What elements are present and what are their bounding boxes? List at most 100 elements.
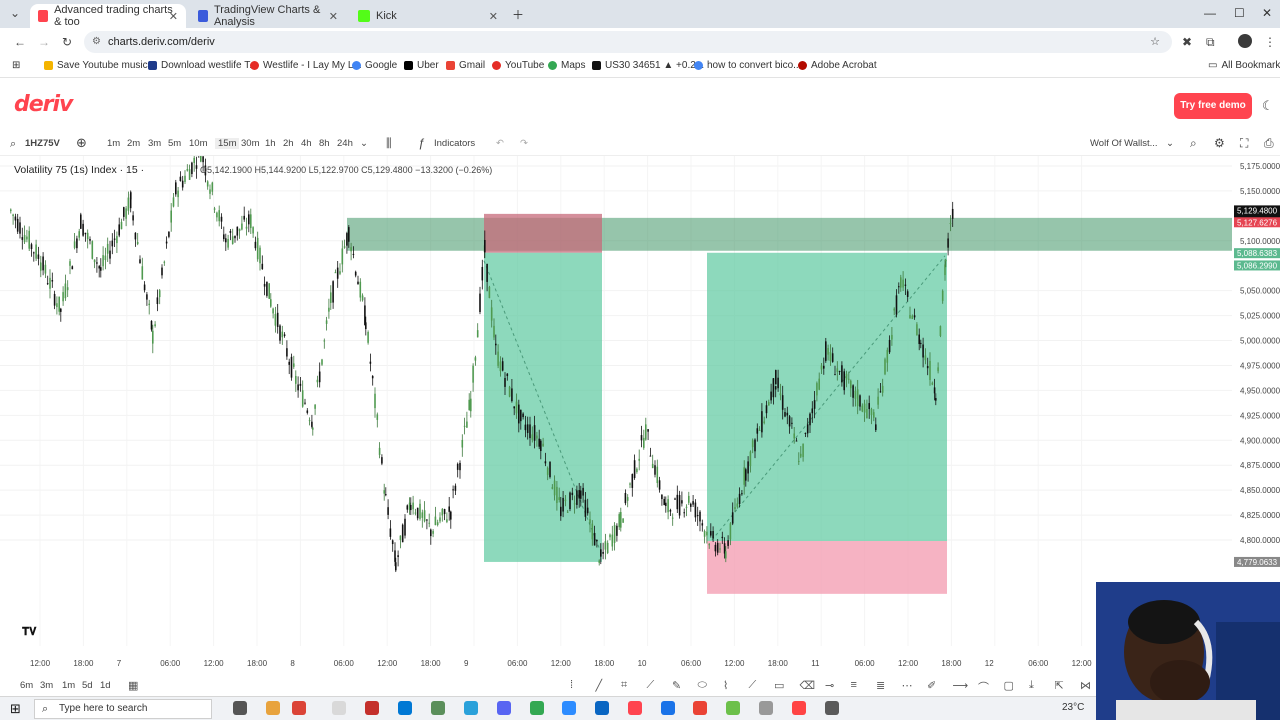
new-tab-icon[interactable]: ＋ [512, 6, 524, 23]
timeframe-3m[interactable]: 3m [148, 138, 161, 149]
short-position-tool-icon[interactable]: ⇱ [1055, 679, 1064, 692]
indicators-button[interactable]: Indicators [434, 138, 475, 149]
browser-tab-kick[interactable]: Kick ✕ [350, 4, 506, 28]
close-tab-icon[interactable]: ✕ [329, 10, 338, 23]
rectangle-tool-icon[interactable]: ▭ [774, 679, 784, 692]
task-view-icon[interactable] [233, 701, 247, 715]
chart-area[interactable]: 5,175.0000 5,150.0000 5,100.0000 5,050.0000… [0, 140, 1280, 676]
indicators-fx-icon[interactable]: ƒ [418, 136, 425, 150]
dark-mode-moon-icon[interactable]: ☾ [1262, 98, 1274, 114]
browser-tab-deriv[interactable]: Advanced trading charts & too ✕ [30, 4, 186, 28]
timeframe-10m[interactable]: 10m [189, 138, 207, 149]
snip-icon[interactable] [792, 701, 806, 715]
fib-channel-tool-icon[interactable]: ≣ [876, 679, 885, 692]
url-input[interactable]: ⚙ charts.deriv.com/deriv ☆ [84, 31, 1172, 53]
close-window-icon[interactable]: ✕ [1262, 6, 1272, 20]
curve-tool-icon[interactable]: ⌒ [978, 679, 989, 695]
monitor-icon[interactable] [825, 701, 839, 715]
vpn-icon[interactable] [431, 701, 445, 715]
range-6m[interactable]: 6m [20, 680, 33, 691]
pitchfork-tool-icon[interactable]: ⌗ [621, 679, 627, 692]
forward-icon[interactable]: → [38, 35, 50, 49]
extensions-puzzle-icon[interactable]: ⧉ [1206, 35, 1215, 50]
compare-add-icon[interactable]: ⊕ [76, 135, 87, 151]
redo-icon[interactable]: ↷ [520, 138, 528, 149]
long-position-tool-icon[interactable]: ⤓ [1029, 679, 1034, 692]
tab-list-chevron-icon[interactable]: ⌄ [10, 6, 20, 20]
price-chart[interactable]: 5,175.0000 5,150.0000 5,100.0000 5,050.0000… [0, 140, 1280, 676]
pen-tool-icon[interactable]: ✐ [927, 679, 936, 692]
photo-app-icon[interactable] [726, 701, 740, 715]
store-icon[interactable] [398, 701, 412, 715]
layout-chevron-down-icon[interactable]: ⌄ [1166, 138, 1174, 149]
fullscreen-icon[interactable]: ⛶ [1240, 136, 1248, 151]
eraser-tool-icon[interactable]: ⌫ [800, 679, 816, 692]
quick-search-icon[interactable]: ⌕ [1190, 136, 1197, 151]
path-tool-icon[interactable]: ⟋ [749, 679, 757, 692]
timeframe-1m[interactable]: 1m [107, 138, 120, 149]
minimize-icon[interactable]: — [1204, 6, 1216, 20]
bookmark-item[interactable]: Maps [548, 60, 585, 71]
timeframe-15m[interactable]: 15m [215, 138, 240, 149]
edge-icon[interactable] [595, 701, 609, 715]
settings-gear-icon[interactable]: ⚙ [1214, 136, 1225, 150]
try-free-demo-button[interactable]: Try free demo [1174, 93, 1252, 119]
maximize-icon[interactable]: ☐ [1234, 6, 1245, 20]
ray-tool-icon[interactable]: ⟋ [647, 679, 655, 692]
site-info-icon[interactable]: ⚙ [92, 31, 101, 53]
range-3m[interactable]: 3m [40, 680, 53, 691]
browser-tab-tradingview[interactable]: TradingView Charts & Analysis ✕ [190, 4, 346, 28]
separator-tool-icon[interactable]: ⁞ [570, 679, 573, 691]
bookmark-item[interactable]: how to convert bico... [694, 60, 802, 71]
symbol-label[interactable]: 1HZ75V [25, 138, 60, 149]
copilot-icon[interactable] [266, 701, 280, 715]
timeframe-2m[interactable]: 2m [127, 138, 140, 149]
ellipse-tool-icon[interactable]: ⬭ [698, 679, 707, 692]
arrow-tool-icon[interactable]: ⟶ [953, 679, 969, 692]
cursor-icon[interactable] [332, 701, 346, 715]
fib-tool-icon[interactable]: ≡ [851, 679, 857, 691]
range-1m[interactable]: 1m [62, 680, 75, 691]
timeframe-30m[interactable]: 30m [241, 138, 259, 149]
all-bookmarks[interactable]: ▭ All Bookmarks [1208, 60, 1280, 71]
timeframe-8h[interactable]: 8h [319, 138, 330, 149]
timeframe-24h[interactable]: 24h [337, 138, 353, 149]
polyline-tool-icon[interactable]: ⌇ [723, 679, 728, 692]
bookmark-item[interactable]: Gmail [446, 60, 485, 71]
undo-icon[interactable]: ↶ [496, 138, 504, 149]
range-1d[interactable]: 1d [100, 680, 111, 691]
taskbar-search-input[interactable]: ⌕ Type here to search [34, 699, 212, 719]
zoom-icon[interactable] [562, 701, 576, 715]
bookmark-item[interactable]: Download westlife T... [148, 60, 258, 71]
timeframe-1h[interactable]: 1h [265, 138, 276, 149]
layout-name[interactable]: Wolf Of Wallst... [1090, 138, 1158, 149]
symbol-search-icon[interactable]: ⌕ [10, 138, 16, 151]
bookmark-item[interactable]: Westlife - I Lay My L... [250, 60, 362, 71]
bookmark-item[interactable]: Uber [404, 60, 439, 71]
windows-start-icon[interactable]: ⊞ [10, 701, 21, 717]
apps-grid-icon[interactable]: ⊞ [12, 60, 20, 71]
browser-menu-icon[interactable]: ⋮ [1264, 35, 1276, 49]
deriv-logo[interactable]: deriv [14, 92, 73, 117]
callout-tool-icon[interactable]: ▢ [1004, 679, 1014, 692]
chrome-icon[interactable] [292, 701, 306, 715]
close-tab-icon[interactable]: ✕ [489, 10, 498, 23]
bookmark-star-icon[interactable]: ☆ [1150, 31, 1160, 53]
timeframe-chevron-down-icon[interactable]: ⌄ [360, 138, 368, 149]
tools-icon[interactable] [759, 701, 773, 715]
trend-line-tool-icon[interactable]: ╱ [596, 679, 603, 692]
bookmark-item[interactable]: US30 34651 ▲ +0.2... [592, 60, 704, 71]
group-tool-icon[interactable]: ⋈ [1080, 679, 1091, 692]
bookmark-item[interactable]: YouTube [492, 60, 544, 71]
range-5d[interactable]: 5d [82, 680, 93, 691]
deriv-app-icon[interactable] [628, 701, 642, 715]
brush-tool-icon[interactable]: ✎ [672, 679, 681, 692]
close-tab-icon[interactable]: ✕ [169, 10, 178, 23]
discord-icon[interactable] [497, 701, 511, 715]
reload-icon[interactable]: ↻ [62, 35, 72, 49]
bookmark-item[interactable]: Save Youtube music... [44, 60, 156, 71]
chart-type-candles-icon[interactable]: ⫼ [386, 136, 392, 151]
bookmark-item[interactable]: Google [352, 60, 397, 71]
extension-x-icon[interactable]: ✖ [1182, 35, 1192, 49]
telegram-icon[interactable] [464, 701, 478, 715]
